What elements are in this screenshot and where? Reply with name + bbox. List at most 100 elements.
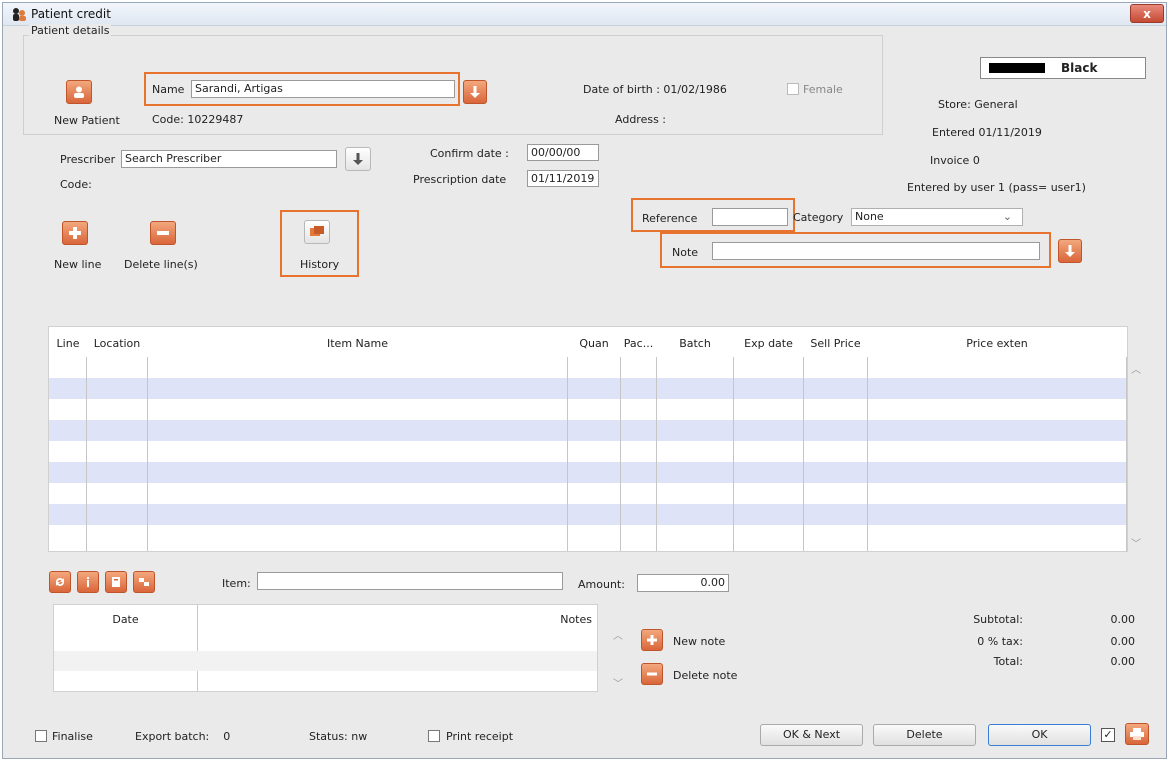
patient-details-label: Patient details	[29, 24, 112, 37]
amount-label: Amount:	[578, 578, 625, 591]
reference-label: Reference	[642, 212, 698, 225]
subtotal-value: 0.00	[1110, 613, 1136, 626]
refresh-button[interactable]	[49, 571, 71, 593]
item-field[interactable]	[257, 572, 563, 590]
delete-note-button[interactable]	[641, 663, 663, 685]
ok-and-next-button[interactable]: OK & Next	[760, 724, 863, 746]
name-field[interactable]: Sarandi, Artigas	[191, 80, 455, 98]
history-button[interactable]	[304, 220, 330, 244]
notes-column-date[interactable]: Date	[54, 613, 197, 626]
plus-icon	[647, 635, 657, 645]
notes-column-notes[interactable]: Notes	[204, 613, 592, 626]
column-divider	[1126, 327, 1127, 551]
info-button[interactable]	[77, 571, 99, 593]
note-lookup-button[interactable]	[1058, 239, 1082, 263]
person-icon	[74, 86, 84, 98]
new-patient-button[interactable]	[66, 80, 92, 104]
female-checkbox[interactable]	[787, 83, 799, 95]
confirm-date-field[interactable]: 00/00/00	[527, 144, 599, 161]
column-divider	[867, 327, 868, 551]
female-label: Female	[803, 83, 843, 96]
invoice-text: Invoice 0	[930, 154, 980, 167]
category-value: None	[855, 210, 884, 223]
delete-lines-button[interactable]	[150, 221, 176, 245]
new-note-button[interactable]	[641, 629, 663, 651]
table-row[interactable]	[49, 420, 1127, 441]
prescriber-lookup-button[interactable]	[345, 147, 371, 171]
tax-value: 0.00	[1110, 635, 1136, 648]
scroll-down-arrow[interactable]: ﹀	[1131, 535, 1141, 550]
column-header-sell-price[interactable]: Sell Price	[804, 337, 867, 350]
new-patient-label: New Patient	[54, 114, 120, 127]
address-label: Address :	[615, 113, 667, 126]
name-lookup-button[interactable]	[463, 80, 487, 104]
print-receipt-checkbox[interactable]	[428, 730, 440, 742]
notes-table[interactable]: Date Notes	[53, 604, 598, 692]
table-row[interactable]	[49, 378, 1127, 399]
edit-button[interactable]	[105, 571, 127, 593]
color-label: Black	[1061, 61, 1098, 75]
window-title: Patient credit	[31, 7, 111, 21]
ok-button[interactable]: OK	[988, 724, 1091, 746]
edit-icon	[112, 577, 120, 587]
column-divider	[656, 327, 657, 551]
column-header-exp-date[interactable]: Exp date	[734, 337, 803, 350]
minus-icon	[647, 672, 657, 676]
lines-table[interactable]: Line Location Item Name Quan Pac... Batc…	[48, 326, 1128, 552]
category-select[interactable]: None ⌄	[851, 208, 1023, 226]
info-icon	[87, 577, 89, 587]
patient-credit-window: Patient credit x Patient details New Pat…	[2, 2, 1167, 759]
new-note-label: New note	[673, 635, 726, 648]
subtotal-label: Subtotal:	[973, 613, 1023, 626]
table-row[interactable]	[54, 651, 597, 671]
new-line-button[interactable]	[62, 221, 88, 245]
title-bar: Patient credit x	[3, 3, 1166, 26]
table-row[interactable]	[49, 504, 1127, 525]
scroll-up-arrow[interactable]: ︿	[1131, 361, 1141, 376]
column-divider	[733, 327, 734, 551]
delete-button[interactable]: Delete	[873, 724, 976, 746]
amount-field[interactable]: 0.00	[637, 574, 729, 592]
reference-field[interactable]	[712, 208, 788, 226]
printer-icon	[1130, 728, 1144, 740]
column-header-price-extension[interactable]: Price exten	[868, 337, 1126, 350]
plus-icon	[69, 227, 81, 239]
note-field[interactable]	[712, 242, 1040, 260]
prescriber-field[interactable]: Search Prescriber	[121, 150, 337, 168]
close-button[interactable]: x	[1130, 4, 1164, 23]
print-receipt-label: Print receipt	[446, 730, 514, 743]
table-row[interactable]	[49, 525, 1127, 546]
column-header-line[interactable]: Line	[51, 337, 85, 350]
new-line-label: New line	[54, 258, 102, 271]
notes-scroll-up-arrow[interactable]: ︿	[613, 627, 623, 642]
finalise-checkbox[interactable]	[35, 730, 47, 742]
table-row[interactable]	[49, 357, 1127, 378]
table-row[interactable]	[49, 483, 1127, 504]
column-header-location[interactable]: Location	[87, 337, 147, 350]
print-button[interactable]	[1125, 723, 1149, 745]
column-header-quantity[interactable]: Quan	[568, 337, 620, 350]
app-icon	[13, 8, 26, 21]
item-label: Item:	[222, 577, 251, 590]
notes-scroll-down-arrow[interactable]: ﹀	[613, 675, 623, 690]
color-swatch	[989, 63, 1045, 73]
column-divider	[86, 327, 87, 551]
store-color-box[interactable]: Black	[980, 57, 1146, 79]
patient-code: Code: 10229487	[152, 113, 244, 126]
column-header-batch[interactable]: Batch	[657, 337, 733, 350]
table-row[interactable]	[49, 462, 1127, 483]
chevron-down-icon: ⌄	[1002, 210, 1012, 223]
split-button[interactable]	[133, 571, 155, 593]
store-text: Store: General	[938, 98, 1018, 111]
column-divider	[197, 605, 198, 691]
history-icon	[310, 226, 324, 236]
export-batch-text: Export batch: 0	[135, 730, 231, 743]
column-header-pack[interactable]: Pac...	[621, 337, 656, 350]
column-divider	[620, 327, 621, 551]
column-header-item-name[interactable]: Item Name	[148, 337, 567, 350]
table-row[interactable]	[49, 441, 1127, 462]
table-row[interactable]	[49, 399, 1127, 420]
prescription-date-field[interactable]: 01/11/2019	[527, 170, 599, 187]
check-icon[interactable]: ✓	[1101, 728, 1115, 742]
arrow-down-icon	[470, 86, 480, 98]
